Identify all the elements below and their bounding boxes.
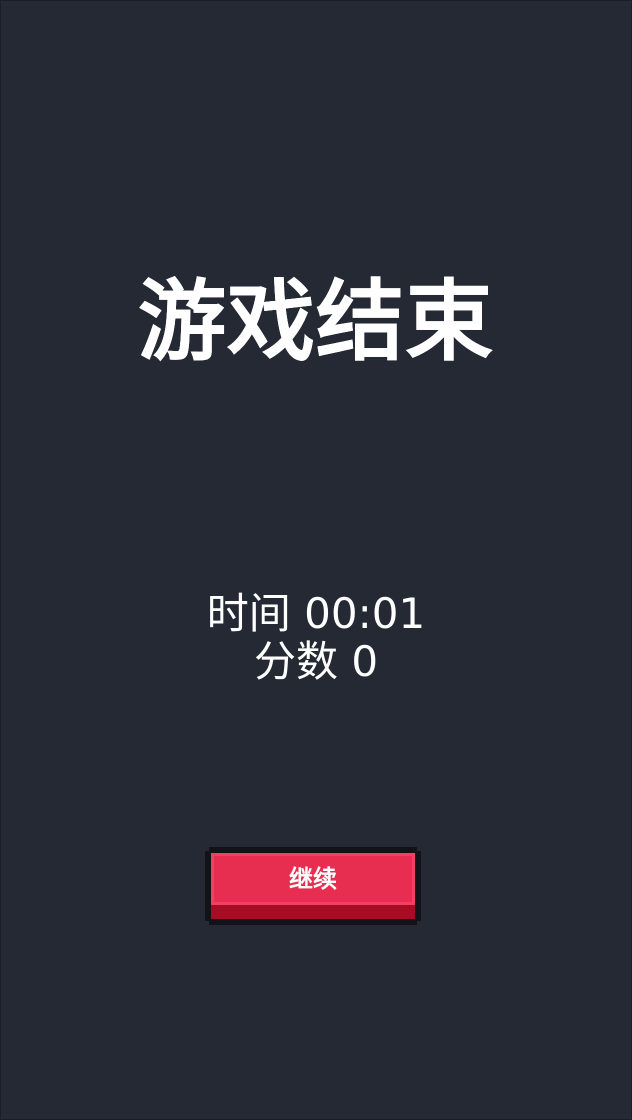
continue-button-label: 继续 (289, 865, 337, 893)
time-label: 时间 (206, 589, 291, 638)
score-stat: 分数 0 (0, 638, 632, 686)
game-over-title: 游戏结束 (137, 270, 494, 373)
game-over-screen: 游戏结束 时间 00:01 分数 0 继续 (0, 0, 632, 1120)
time-value: 00:01 (304, 589, 426, 638)
continue-button[interactable]: 继续 (205, 847, 421, 925)
stats-panel: 时间 00:01 分数 0 (0, 590, 632, 686)
time-stat: 时间 00:01 (0, 590, 632, 638)
score-label: 分数 (253, 637, 338, 686)
score-value: 0 (351, 637, 379, 686)
